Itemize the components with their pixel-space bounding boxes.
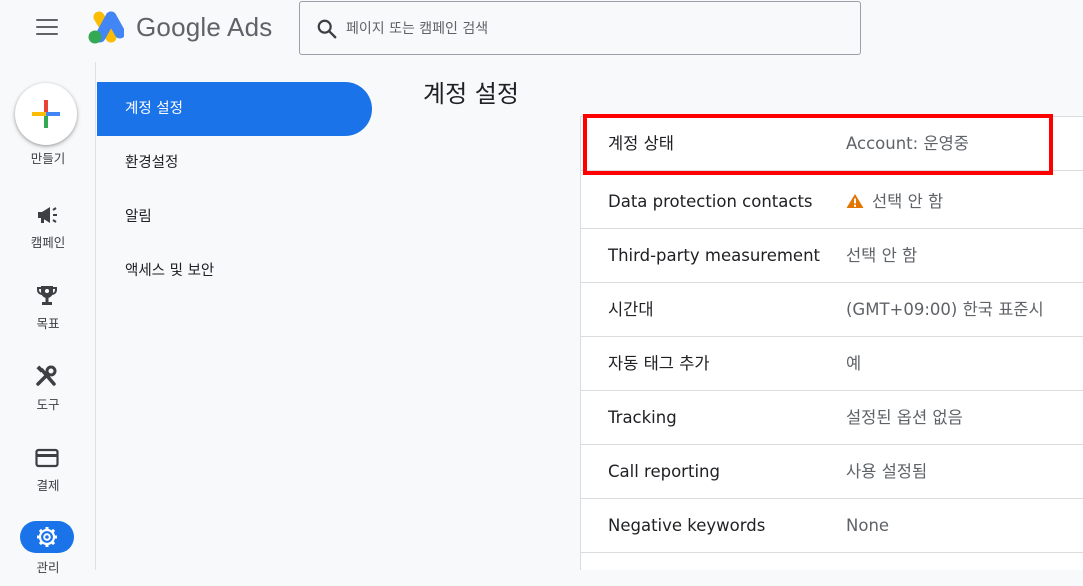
rail-label-tools: 도구 [36,397,60,412]
setting-value: (GMT+09:00) 한국 표준시 [846,300,1044,319]
top-bar: Google Ads [0,0,1083,62]
warning-icon [846,194,864,208]
create-label: 만들기 [30,151,66,166]
setting-row-time-zone[interactable]: 시간대 (GMT+09:00) 한국 표준시 [581,283,1083,337]
setting-row-negative-keywords[interactable]: Negative keywords None [581,499,1083,553]
setting-value: Account: 운영중 [846,134,969,153]
left-rail: 만들기 캠페인 목표 도구 결제 관리 [0,62,96,575]
search-box[interactable] [299,1,861,55]
setting-row-third-party[interactable]: Third-party measurement 선택 안 함 [581,229,1083,283]
settings-subnav: 계정 설정 환경설정 알림 액세스 및 보안 [97,62,387,570]
menu-icon[interactable] [36,19,58,37]
setting-label: Call reporting [608,462,720,481]
admin-active-indicator [20,521,74,553]
brand-name: Google Ads [136,12,273,42]
setting-value: 설정된 옵션 없음 [846,408,963,427]
setting-label: 자동 태그 추가 [608,354,710,373]
rail-item-goals[interactable]: 목표 [0,273,96,343]
settings-card: 계정 상태 Account: 운영중 Data protection conta… [580,116,1083,570]
credit-card-icon [35,448,59,468]
rail-label-admin: 관리 [36,560,60,575]
setting-value: 선택 안 함 [872,192,944,211]
search-input[interactable] [346,14,846,44]
page-title: 계정 설정 [423,80,519,108]
trophy-icon [37,286,57,305]
setting-label: 계정 상태 [608,134,674,153]
tools-icon [36,365,57,386]
rail-item-tools[interactable]: 도구 [0,354,96,424]
gear-icon [37,527,57,547]
rail-label-billing: 결제 [36,478,60,493]
megaphone-icon [38,207,57,223]
rail-label-goals: 목표 [36,316,60,331]
setting-row-tracking[interactable]: Tracking 설정된 옵션 없음 [581,391,1083,445]
setting-value: 예 [846,354,862,373]
rail-item-admin[interactable]: 관리 [0,516,96,586]
subnav-item-notifications[interactable]: 알림 [97,190,372,244]
subnav-item-account-settings[interactable]: 계정 설정 [97,82,372,136]
setting-row-auto-tagging[interactable]: 자동 태그 추가 예 [581,337,1083,391]
setting-row-call-reporting[interactable]: Call reporting 사용 설정됨 [581,445,1083,499]
setting-value-wrap: 선택 안 함 [846,175,943,229]
search-icon [317,19,337,39]
google-ads-logo [88,11,124,44]
setting-label: Tracking [608,408,677,427]
setting-value: 사용 설정됨 [846,462,928,481]
setting-value: None [846,516,890,535]
setting-label: Third-party measurement [608,246,821,265]
setting-label: Negative keywords [608,516,766,535]
subnav-item-access-security[interactable]: 액세스 및 보안 [97,244,372,298]
setting-value: 선택 안 함 [846,246,918,265]
setting-row-data-protection[interactable]: Data protection contacts 선택 안 함 [581,175,1083,229]
setting-label: 시간대 [608,300,654,319]
rail-item-billing[interactable]: 결제 [0,435,96,505]
plus-icon [32,100,60,128]
create-button[interactable] [15,83,77,145]
rail-label-campaigns: 캠페인 [30,235,66,250]
rail-item-campaigns[interactable]: 캠페인 [0,192,96,262]
setting-label: Data protection contacts [608,192,813,211]
setting-row-account-status[interactable]: 계정 상태 Account: 운영중 [581,117,1083,171]
subnav-item-preferences[interactable]: 환경설정 [97,136,372,190]
